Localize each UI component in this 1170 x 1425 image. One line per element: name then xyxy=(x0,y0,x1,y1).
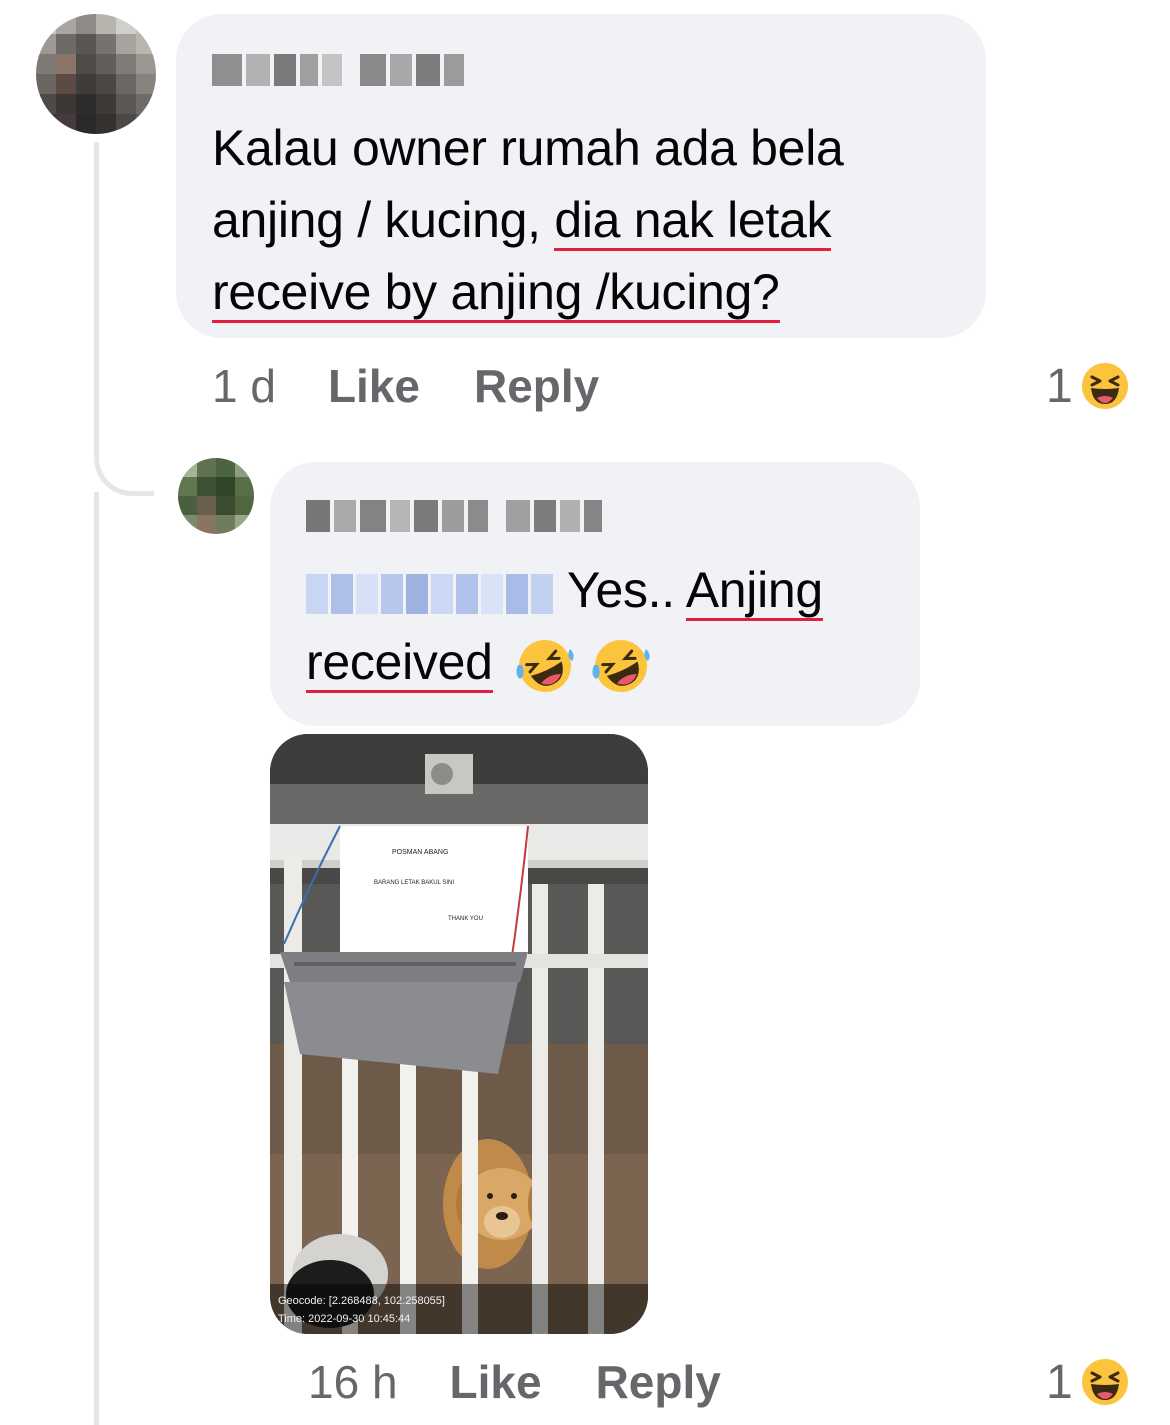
sign-text: BARANG LETAK BAKUL SINI xyxy=(374,880,454,886)
comment-photo[interactable]: POSMAN ABANG BARANG LETAK BAKUL SINI THA… xyxy=(270,734,648,1334)
photo-dog-at-gate: POSMAN ABANG BARANG LETAK BAKUL SINI THA… xyxy=(270,734,648,1334)
comment-text: Yes.. Anjing received xyxy=(306,554,906,698)
laughing-emoji-icon xyxy=(1079,1357,1130,1407)
thread-line-lower xyxy=(94,492,99,1425)
reaction-count: 1 xyxy=(1046,359,1073,413)
laughing-emoji-icon xyxy=(1079,361,1130,411)
reply-button[interactable]: Reply xyxy=(474,359,599,413)
comment-actions: 16 h Like Reply xyxy=(308,1352,775,1412)
rofl-emoji-icon xyxy=(516,639,574,692)
spellcheck-underlined-text: receive by anjing /kucing? xyxy=(212,264,780,323)
comment-actions: 1 d Like Reply xyxy=(212,356,653,416)
thread-line-elbow xyxy=(94,430,154,496)
avatar[interactable] xyxy=(178,458,254,534)
sign-text: THANK YOU xyxy=(448,916,483,922)
author-name[interactable] xyxy=(212,54,464,86)
photo-time: Time: 2022-09-30 10:45:44 xyxy=(278,1313,410,1325)
sign-text: POSMAN ABANG xyxy=(392,849,448,856)
comment-bubble: Yes.. Anjing received xyxy=(270,462,920,726)
reaction-summary[interactable]: 1 xyxy=(1046,1352,1131,1412)
reaction-count: 1 xyxy=(1046,1355,1073,1409)
comment-text-plain: Yes.. xyxy=(567,562,675,618)
comment-bubble: Kalau owner rumah ada bela anjing / kuci… xyxy=(176,14,986,338)
photo-geocode: Geocode: [2.268488, 102.258055] xyxy=(278,1295,445,1307)
spellcheck-underlined-text: received xyxy=(306,634,493,693)
comment-text: Kalau owner rumah ada bela anjing / kuci… xyxy=(212,112,972,328)
rofl-emoji-icon xyxy=(592,639,650,692)
like-button[interactable]: Like xyxy=(328,359,420,413)
mention-link[interactable] xyxy=(306,573,553,614)
spellcheck-underlined-text: dia nak letak xyxy=(554,192,831,251)
spellcheck-underlined-text: Anjing xyxy=(685,562,823,621)
reply-button[interactable]: Reply xyxy=(596,1355,721,1409)
timestamp[interactable]: 16 h xyxy=(308,1355,398,1409)
thread-line-upper xyxy=(94,142,99,432)
like-button[interactable]: Like xyxy=(450,1355,542,1409)
reaction-summary[interactable]: 1 xyxy=(1046,356,1131,416)
avatar[interactable] xyxy=(36,14,156,134)
author-name[interactable] xyxy=(306,500,602,532)
timestamp[interactable]: 1 d xyxy=(212,359,276,413)
